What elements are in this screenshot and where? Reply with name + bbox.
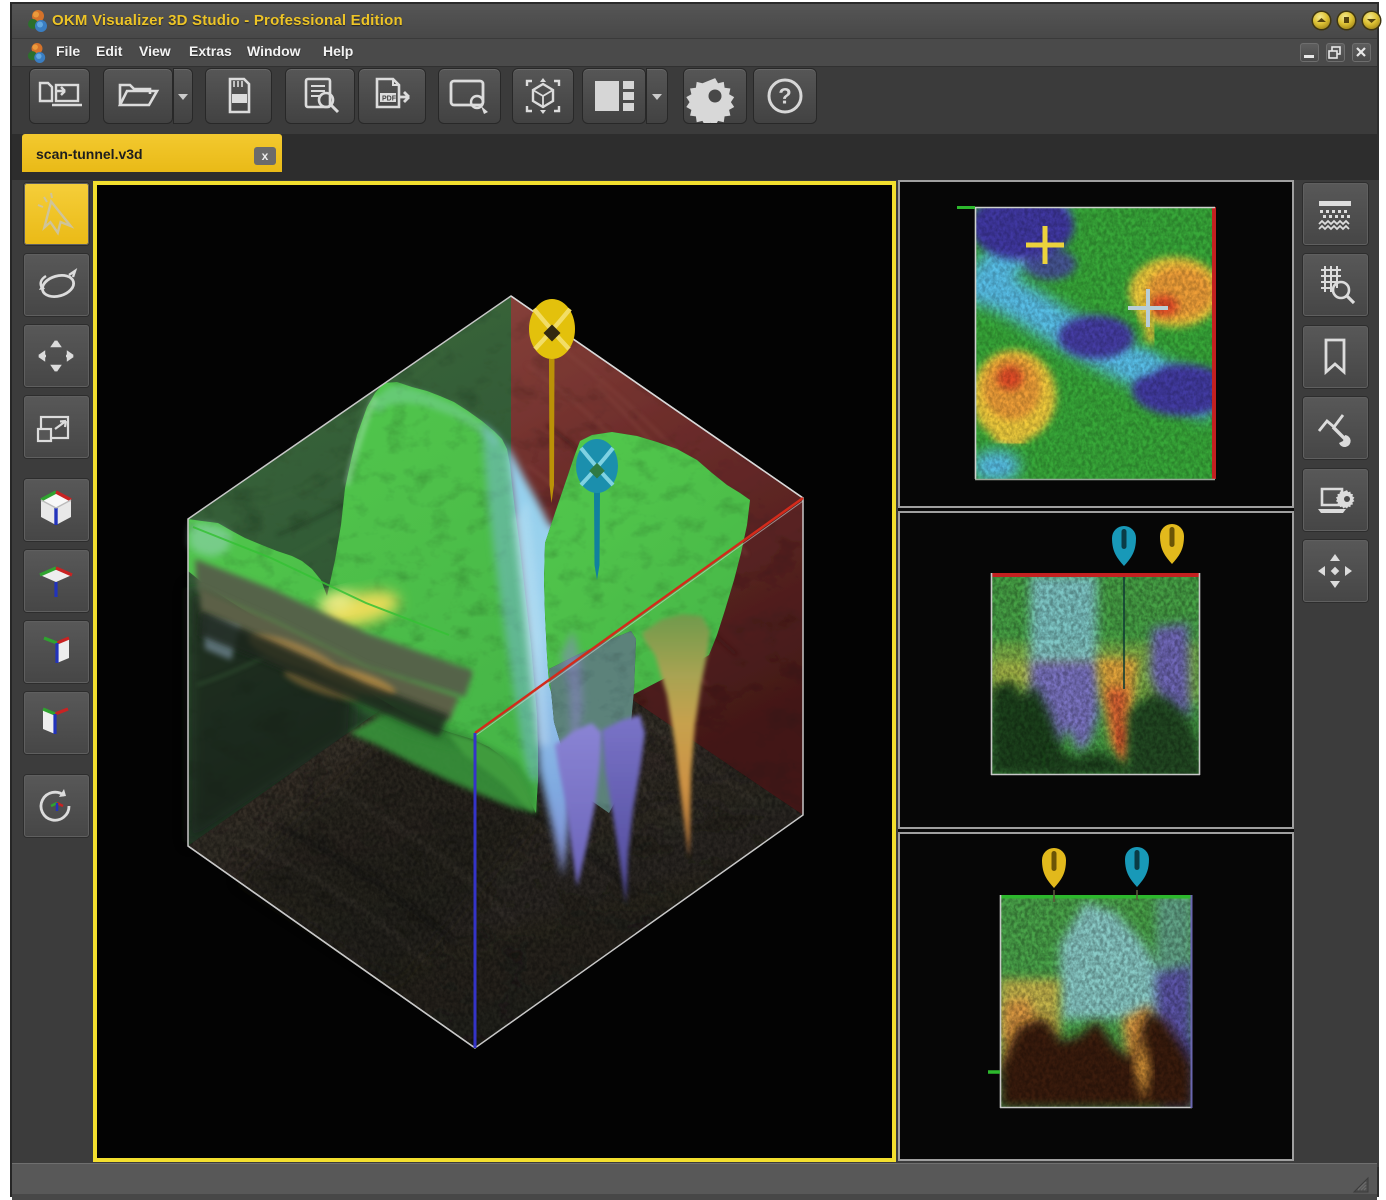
svg-text:PDF: PDF (382, 96, 397, 103)
svg-text:?: ? (778, 84, 791, 109)
